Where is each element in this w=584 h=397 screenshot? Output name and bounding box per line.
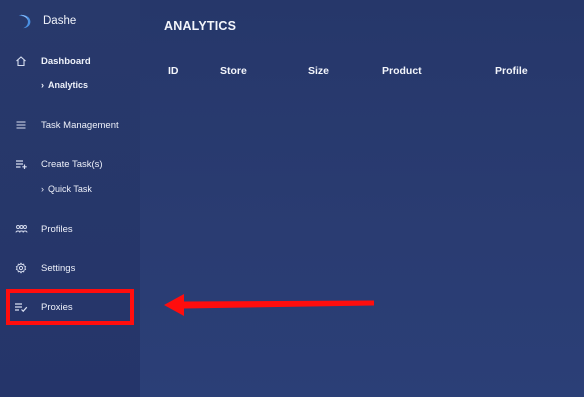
column-header-product[interactable]: Product [382, 65, 422, 77]
sidebar-subitem-quick-task[interactable]: › Quick Task [41, 184, 92, 194]
home-icon [14, 54, 28, 68]
sidebar-item-label: Create Task(s) [41, 158, 103, 170]
column-header-store[interactable]: Store [220, 65, 247, 77]
brand-name: Dashe [43, 15, 77, 27]
sidebar-item-create-tasks[interactable]: Create Task(s) [14, 157, 103, 171]
people-icon [14, 222, 28, 236]
column-header-id[interactable]: ID [168, 65, 179, 77]
red-pointer-arrow [164, 294, 374, 316]
sidebar-item-label: Task Management [41, 119, 119, 131]
sidebar-item-settings[interactable]: Settings [14, 261, 75, 275]
main-content: ANALYTICS ID Store Size Product Profile [140, 0, 584, 397]
gear-icon [14, 261, 28, 275]
sidebar-item-label: Settings [41, 262, 76, 274]
playlist-add-icon [14, 157, 28, 171]
proxies-highlight-box [6, 289, 134, 325]
sidebar-item-label: Profiles [41, 223, 73, 235]
crescent-logo-icon [18, 14, 31, 29]
brand[interactable]: Dashe [16, 12, 76, 30]
app-window: Dashe Dashboard › Analytics Task Managem… [0, 0, 584, 397]
column-header-profile[interactable]: Profile [495, 65, 528, 77]
sidebar-item-task-management[interactable]: Task Management [14, 118, 119, 132]
list-icon [14, 118, 28, 132]
chevron-right-icon: › [41, 184, 44, 194]
sidebar-subitem-analytics[interactable]: › Analytics [41, 80, 88, 90]
sidebar-item-label: Dashboard [41, 55, 91, 67]
sidebar-item-dashboard[interactable]: Dashboard [14, 54, 91, 68]
sidebar: Dashe Dashboard › Analytics Task Managem… [0, 0, 140, 397]
sidebar-item-profiles[interactable]: Profiles [14, 222, 73, 236]
chevron-right-icon: › [41, 80, 44, 90]
sidebar-subitem-label: Quick Task [48, 184, 92, 194]
sidebar-subitem-label: Analytics [48, 80, 89, 90]
column-header-size[interactable]: Size [308, 65, 329, 77]
page-title: ANALYTICS [164, 19, 237, 33]
